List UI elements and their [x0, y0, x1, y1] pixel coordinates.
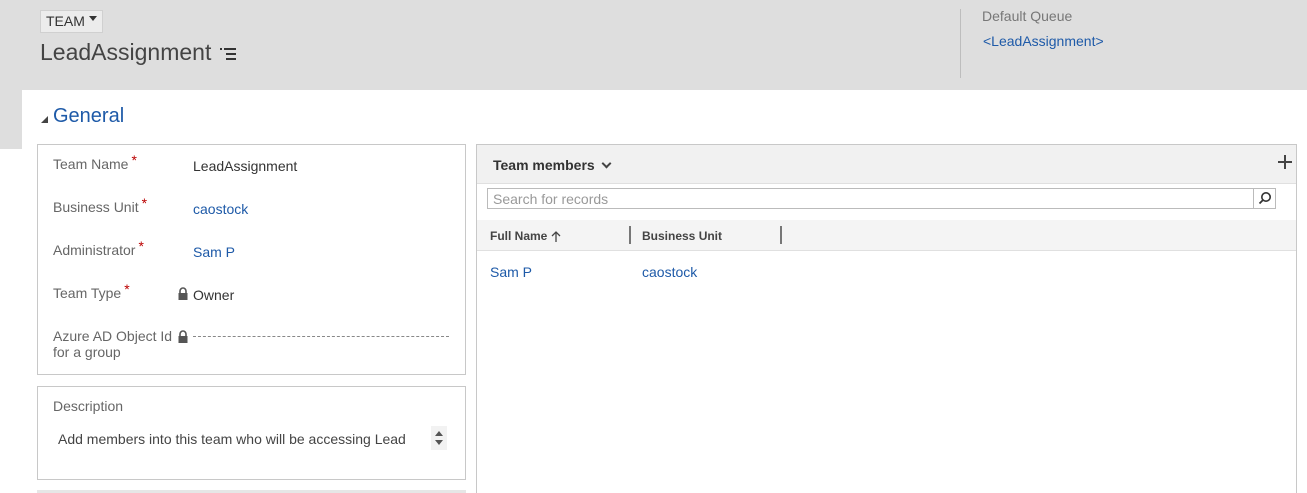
default-queue-link[interactable]: <LeadAssignment> — [983, 33, 1104, 49]
subgrid-view-selector[interactable]: Team members — [493, 157, 612, 173]
record-title-text: LeadAssignment — [40, 39, 212, 65]
required-indicator: * — [141, 195, 148, 211]
description-scrollbar[interactable] — [431, 426, 447, 450]
section-general-header[interactable]: General — [41, 105, 124, 128]
header-divider — [960, 9, 961, 78]
team-name-field[interactable]: LeadAssignment — [193, 158, 297, 174]
general-fields-panel: Team Name * LeadAssignment Business Unit *… — [37, 144, 466, 375]
entity-type-label: TEAM — [46, 13, 85, 29]
subgrid-search — [487, 188, 1276, 209]
administrator-link[interactable]: Sam P — [193, 244, 235, 260]
scroll-down-icon[interactable] — [435, 440, 443, 445]
scroll-up-icon[interactable] — [435, 431, 443, 436]
column-resize-handle[interactable] — [629, 226, 631, 244]
required-indicator: * — [124, 281, 130, 297]
team-type-field: Owner — [193, 287, 235, 303]
add-record-button[interactable] — [1278, 155, 1292, 169]
required-indicator: * — [138, 238, 144, 254]
subgrid-toolbar: Team members — [477, 145, 1296, 184]
description-panel: Description Add members into this team w… — [37, 386, 466, 480]
search-button[interactable] — [1253, 189, 1275, 208]
arrow-up-icon — [551, 230, 561, 242]
team-type-label: Team Type * — [53, 281, 130, 301]
chevron-down-icon — [601, 158, 612, 168]
page-title: LeadAssignment — [40, 38, 237, 66]
collapse-triangle-icon — [41, 115, 48, 123]
description-field[interactable]: Add members into this team who will be a… — [58, 431, 406, 447]
search-icon — [1258, 192, 1271, 205]
required-indicator: * — [131, 152, 137, 168]
section-title: General — [53, 105, 125, 127]
column-header-full-name[interactable]: Full Name — [490, 229, 561, 243]
search-input[interactable] — [488, 189, 1263, 208]
subgrid-column-header: Full Name Business Unit — [477, 220, 1296, 251]
full-name-link[interactable]: Sam P — [490, 264, 532, 280]
business-unit-link[interactable]: caostock — [193, 201, 248, 217]
business-unit-label: Business Unit * — [53, 195, 148, 215]
description-label: Description — [53, 398, 124, 414]
lock-icon — [178, 287, 188, 300]
default-queue-label: Default Queue — [982, 8, 1073, 24]
entity-type-selector[interactable]: TEAM — [40, 10, 103, 33]
header-side-strip — [0, 90, 22, 149]
azure-ad-object-id-label: Azure AD Object Id for a group — [53, 328, 173, 360]
administrator-label: Administrator * — [53, 238, 144, 258]
table-row[interactable]: Sam P caostock — [477, 251, 1296, 287]
subgrid-title: Team members — [493, 157, 595, 173]
team-name-label: Team Name * — [53, 152, 137, 172]
chevron-down-icon — [88, 16, 97, 21]
azure-ad-object-id-field — [193, 336, 449, 337]
column-header-business-unit[interactable]: Business Unit — [642, 229, 722, 243]
list-menu-icon[interactable] — [220, 48, 237, 60]
lock-icon — [178, 330, 188, 343]
team-members-subgrid: Team members Full Name Business Unit — [476, 144, 1297, 493]
business-unit-link[interactable]: caostock — [642, 264, 697, 280]
column-resize-handle[interactable] — [780, 226, 782, 244]
